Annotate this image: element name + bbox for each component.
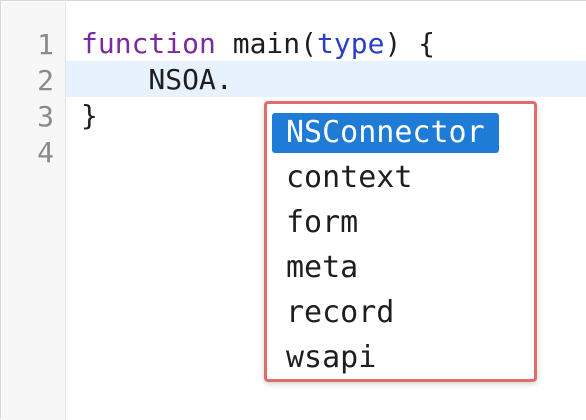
line-number-gutter: 1 2 3 4	[2, 2, 66, 420]
line-number: 4	[37, 136, 54, 169]
autocomplete-item-record[interactable]: record	[272, 293, 408, 333]
line-number: 1	[37, 28, 54, 61]
autocomplete-item-context[interactable]: context	[272, 158, 426, 198]
code-editor[interactable]: 1 2 3 4 function main(type) { NSOA. } NS…	[0, 0, 586, 420]
parameter-token: type	[317, 27, 385, 60]
autocomplete-item-nsconnector[interactable]: NSConnector	[272, 113, 499, 153]
function-name-token: main(	[215, 27, 318, 60]
code-line-2[interactable]: NSOA.	[81, 62, 233, 98]
code-text: NSOA.	[81, 63, 233, 96]
keyword-token: function	[81, 27, 216, 60]
autocomplete-item-wsapi[interactable]: wsapi	[272, 338, 390, 378]
punctuation-token: ) {	[384, 27, 436, 60]
autocomplete-item-meta[interactable]: meta	[272, 248, 372, 288]
autocomplete-item-form[interactable]: form	[272, 203, 372, 243]
autocomplete-dropdown[interactable]: NSConnector context form meta record wsa…	[264, 101, 537, 382]
line-number: 2	[37, 64, 54, 97]
code-text: }	[81, 99, 98, 132]
code-line-3[interactable]: }	[81, 98, 98, 134]
code-line-1[interactable]: function main(type) {	[81, 26, 435, 62]
line-number: 3	[37, 100, 54, 133]
